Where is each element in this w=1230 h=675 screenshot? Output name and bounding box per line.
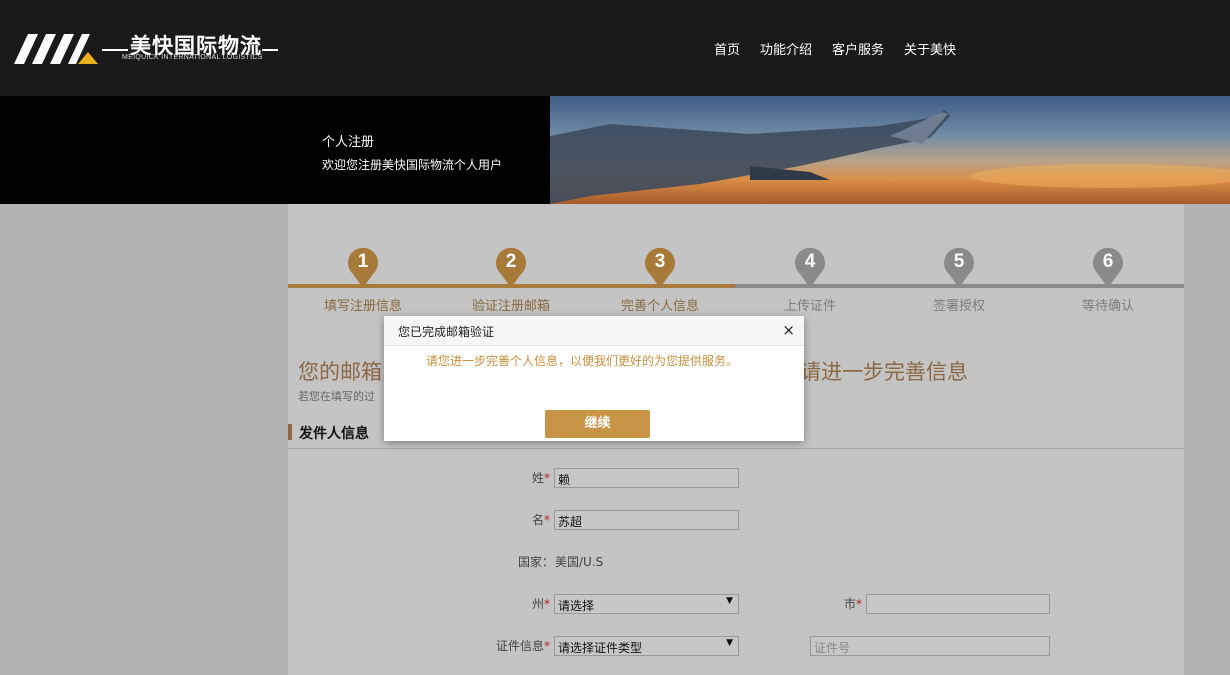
step-label: 完善个人信息 bbox=[620, 299, 699, 314]
step-label: 签署授权 bbox=[932, 299, 985, 314]
page-heading-left: 您的邮箱 bbox=[298, 360, 382, 384]
banner-airplane-image bbox=[550, 96, 1230, 204]
state-select[interactable]: 请选择 ▼ bbox=[554, 594, 739, 614]
id-number-field[interactable]: 证件号 bbox=[810, 636, 1050, 656]
section-accent-bar bbox=[288, 424, 292, 440]
main-nav: 首页 功能介绍 客户服务 关于美快 bbox=[714, 39, 956, 58]
id-type-select[interactable]: 请选择证件类型 ▼ bbox=[554, 636, 739, 656]
step-pin-icon: 4 bbox=[794, 248, 826, 288]
dropdown-arrow-icon: ▼ bbox=[726, 638, 733, 648]
step-pin-icon: 6 bbox=[1092, 248, 1124, 288]
banner: 个人注册 欢迎您注册美快国际物流个人用户 bbox=[0, 96, 1230, 204]
section-title: 发件人信息 bbox=[299, 426, 369, 442]
dialog-header: 您已完成邮箱验证 × bbox=[384, 316, 804, 346]
state-select-value: 请选择 bbox=[558, 599, 595, 613]
step-2: 2 验证注册邮箱 bbox=[436, 248, 586, 314]
city-label: 市* bbox=[843, 597, 862, 611]
step-label: 上传证件 bbox=[783, 299, 836, 314]
step-number: 1 bbox=[357, 251, 369, 272]
nav-home[interactable]: 首页 bbox=[714, 39, 740, 58]
country-value: 美国/U.S bbox=[555, 555, 604, 569]
top-header: 美快国际物流 MEIQUICK INTERNATIONAL LOGISTICS … bbox=[0, 0, 1230, 96]
country-label: 国家： bbox=[517, 555, 554, 569]
given-name-field[interactable]: 苏超 bbox=[554, 510, 739, 530]
id-info-label: 证件信息* bbox=[495, 639, 550, 653]
step-number: 4 bbox=[804, 251, 816, 272]
nav-about[interactable]: 关于美快 bbox=[904, 39, 956, 58]
city-field[interactable] bbox=[866, 594, 1050, 614]
step-label: 等待确认 bbox=[1081, 299, 1134, 314]
logo-name-en: MEIQUICK INTERNATIONAL LOGISTICS bbox=[122, 54, 263, 61]
surname-label: 姓* bbox=[531, 471, 550, 485]
step-pin-icon: 1 bbox=[347, 248, 379, 288]
step-label: 填写注册信息 bbox=[323, 299, 402, 314]
logo[interactable]: 美快国际物流 MEIQUICK INTERNATIONAL LOGISTICS bbox=[12, 28, 282, 68]
dropdown-arrow-icon: ▼ bbox=[726, 596, 733, 606]
step-label: 验证注册邮箱 bbox=[471, 299, 550, 314]
step-5: 5 签署授权 bbox=[884, 248, 1034, 314]
step-pin-icon: 5 bbox=[943, 248, 975, 288]
id-type-select-value: 请选择证件类型 bbox=[558, 641, 643, 655]
step-number: 3 bbox=[654, 251, 666, 272]
nav-customer-service[interactable]: 客户服务 bbox=[832, 39, 884, 58]
step-pin-icon: 2 bbox=[495, 248, 527, 288]
banner-subtitle: 欢迎您注册美快国际物流个人用户 bbox=[322, 158, 503, 172]
given-name-label: 名* bbox=[531, 513, 550, 527]
surname-field[interactable]: 赖 bbox=[554, 468, 739, 488]
step-3: 3 完善个人信息 bbox=[585, 248, 735, 314]
banner-title: 个人注册 bbox=[322, 135, 375, 150]
logo-mark-icon bbox=[14, 34, 98, 64]
airplane-wing-icon bbox=[550, 110, 1230, 204]
nav-features[interactable]: 功能介绍 bbox=[760, 39, 812, 58]
page-heading-right: 请进一步完善信息 bbox=[800, 360, 968, 384]
dialog-title: 您已完成邮箱验证 bbox=[398, 325, 495, 339]
step-4: 4 上传证件 bbox=[735, 248, 885, 314]
step-number: 6 bbox=[1102, 251, 1114, 272]
email-verified-dialog: 您已完成邮箱验证 × 请您进一步完善个人信息，以便我们更好的为您提供服务。 继续 bbox=[384, 316, 804, 441]
step-number: 5 bbox=[953, 251, 965, 272]
dialog-message: 请您进一步完善个人信息，以便我们更好的为您提供服务。 bbox=[426, 354, 739, 368]
step-number: 2 bbox=[505, 251, 517, 272]
step-6: 6 等待确认 bbox=[1033, 248, 1183, 314]
logo-line-right bbox=[262, 49, 278, 51]
step-1: 1 填写注册信息 bbox=[288, 248, 438, 314]
step-pin-icon: 3 bbox=[644, 248, 676, 288]
close-icon[interactable]: × bbox=[782, 321, 795, 339]
state-label: 州* bbox=[531, 597, 550, 611]
page-note: 若您在填写的过 bbox=[298, 390, 375, 403]
continue-button[interactable]: 继续 bbox=[545, 410, 650, 438]
logo-line-left bbox=[102, 49, 128, 51]
